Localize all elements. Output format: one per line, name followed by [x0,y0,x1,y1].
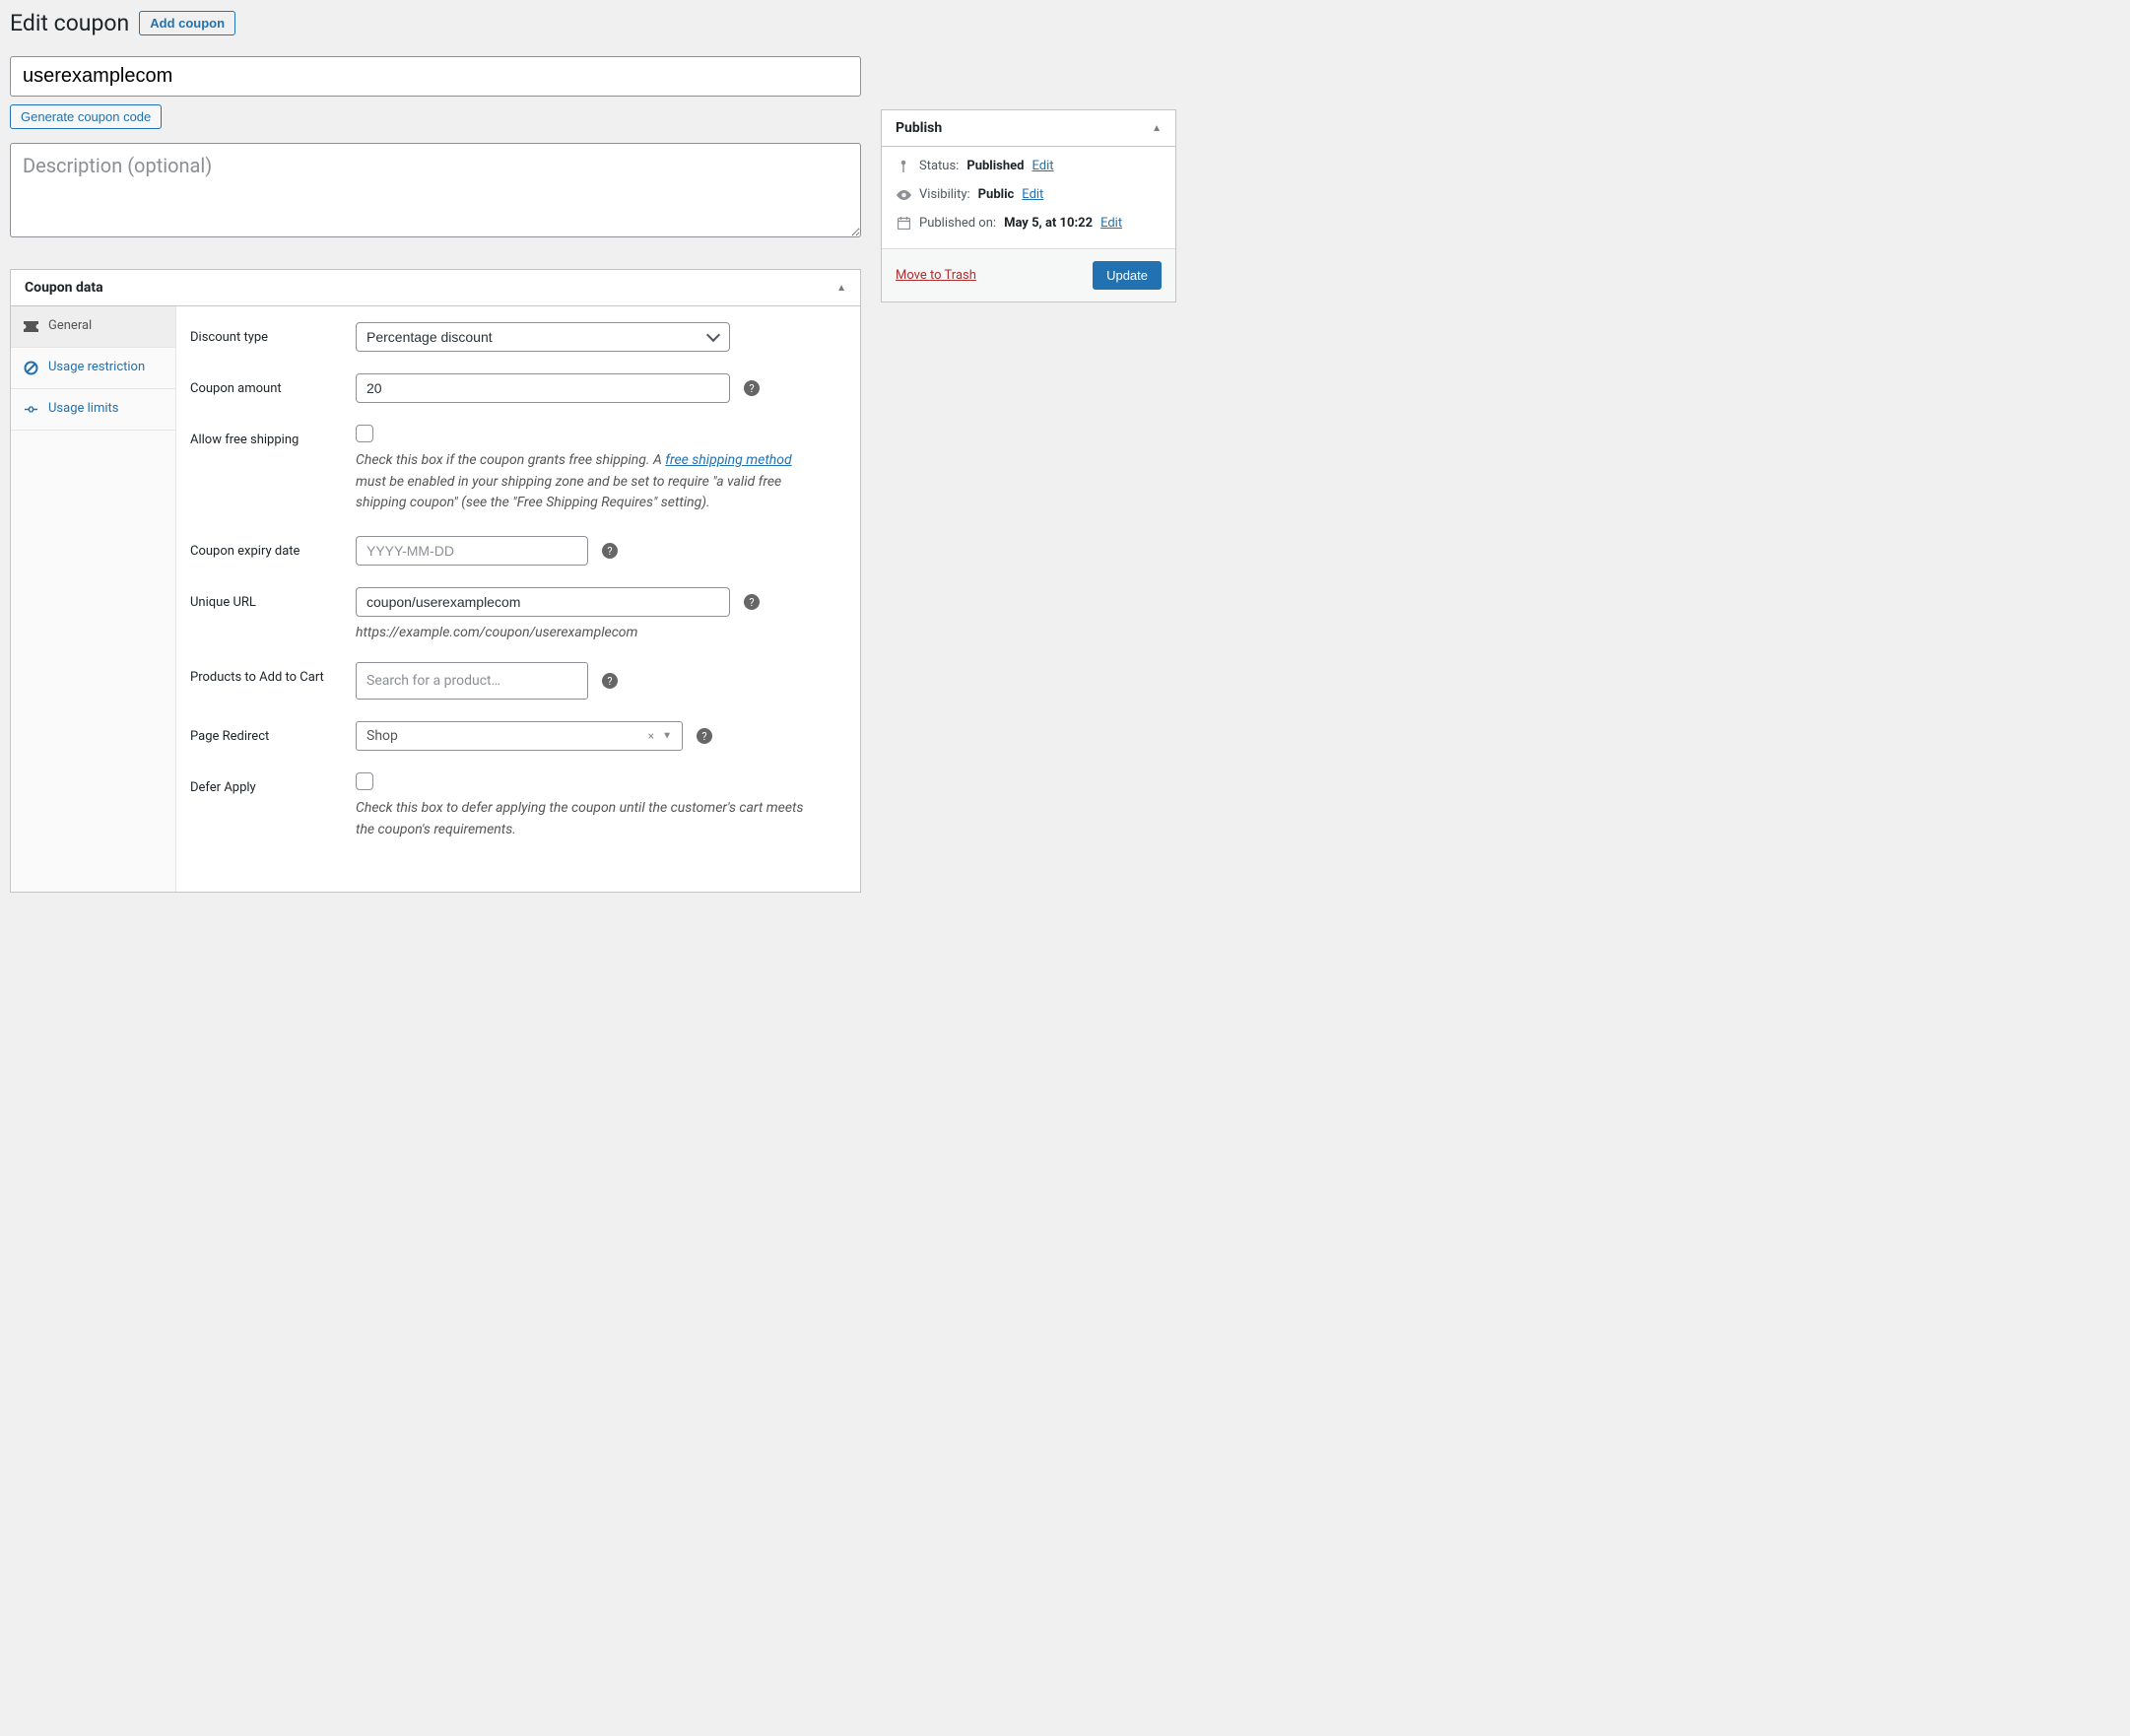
unique-url-label: Unique URL [190,587,356,610]
collapse-icon[interactable]: ▲ [836,283,846,294]
visibility-label: Visibility: [919,187,970,202]
coupon-amount-input[interactable] [356,373,730,403]
status-value: Published [966,159,1024,173]
coupon-description-textarea[interactable] [10,143,861,237]
free-shipping-label: Allow free shipping [190,425,356,447]
defer-apply-checkbox[interactable] [356,772,373,790]
help-icon[interactable]: ? [744,594,760,610]
help-icon[interactable]: ? [602,673,618,689]
products-add-label: Products to Add to Cart [190,662,356,685]
discount-type-select[interactable]: Percentage discount [356,322,730,352]
expiry-date-label: Coupon expiry date [190,536,356,559]
tab-label: Usage limits [48,401,118,418]
help-icon[interactable]: ? [602,543,618,559]
page-title: Edit coupon [10,10,129,36]
coupon-data-panel: Coupon data ▲ General Usage re [10,269,861,893]
edit-status-link[interactable]: Edit [1032,159,1053,173]
unique-url-input[interactable] [356,587,730,617]
help-icon[interactable]: ? [697,728,712,744]
page-redirect-value: Shop [366,728,398,744]
published-on-label: Published on: [919,216,996,231]
free-shipping-method-link[interactable]: free shipping method [665,452,791,468]
tab-label: General [48,318,92,335]
edit-date-link[interactable]: Edit [1100,216,1122,231]
ticket-icon [23,321,38,332]
chevron-down-icon: ▼ [662,731,672,742]
coupon-amount-label: Coupon amount [190,373,356,396]
publish-title: Publish [896,120,942,136]
expiry-date-input[interactable] [356,536,588,566]
generate-coupon-code-button[interactable]: Generate coupon code [10,104,162,129]
coupon-code-input[interactable] [10,56,861,97]
collapse-icon[interactable]: ▲ [1152,123,1162,134]
visibility-value: Public [978,187,1015,202]
free-shipping-description: Check this box if the coupon grants free… [356,450,819,514]
page-redirect-select[interactable]: Shop × ▼ [356,721,683,751]
pin-icon [896,160,911,173]
add-coupon-button[interactable]: Add coupon [139,11,235,35]
tab-label: Usage restriction [48,360,145,376]
coupon-data-title: Coupon data [25,280,103,296]
limits-icon [23,403,38,416]
free-shipping-checkbox[interactable] [356,425,373,442]
tab-general[interactable]: General [11,306,175,348]
products-search-input[interactable]: Search for a product… [356,662,588,700]
published-on-value: May 5, at 10:22 [1004,216,1093,231]
edit-visibility-link[interactable]: Edit [1022,187,1043,202]
discount-type-label: Discount type [190,322,356,345]
tab-usage-limits[interactable]: Usage limits [11,389,175,431]
publish-box: Publish ▲ Status: Published Edit Visibil… [881,109,1176,302]
unique-url-preview: https://example.com/coupon/userexampleco… [356,625,844,640]
tab-usage-restriction[interactable]: Usage restriction [11,348,175,389]
move-to-trash-link[interactable]: Move to Trash [896,268,976,283]
help-icon[interactable]: ? [744,380,760,396]
defer-apply-description: Check this box to defer applying the cou… [356,798,819,840]
eye-icon [896,190,911,200]
status-label: Status: [919,159,959,173]
calendar-icon [896,217,911,230]
clear-icon[interactable]: × [648,729,654,743]
defer-apply-label: Defer Apply [190,772,356,795]
ban-icon [23,361,38,375]
update-button[interactable]: Update [1093,261,1162,290]
page-redirect-label: Page Redirect [190,721,356,744]
